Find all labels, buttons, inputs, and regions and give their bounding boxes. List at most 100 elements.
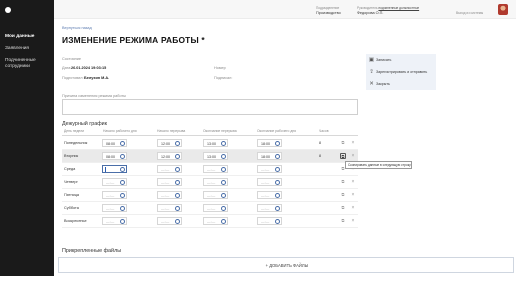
start-time-input[interactable] <box>102 165 127 173</box>
copy-icon[interactable]: ⧉ <box>340 218 346 224</box>
time-value: —:— <box>261 193 270 198</box>
clock-icon[interactable] <box>175 167 180 172</box>
copy-icon[interactable]: ⧉ <box>340 192 346 198</box>
clock-icon[interactable] <box>275 154 280 159</box>
clock-icon[interactable] <box>175 154 180 159</box>
start-time-input[interactable]: —:— <box>102 204 127 212</box>
clock-icon[interactable] <box>120 167 125 172</box>
register-send-button[interactable]: ⇪ Зарегистрировать и отправить <box>366 66 436 78</box>
copy-icon[interactable]: ⧉ <box>340 179 346 185</box>
start-time-input[interactable]: 08:00 <box>102 139 127 147</box>
col-break-end: Окончание перерыва <box>203 129 237 133</box>
delete-icon[interactable]: × <box>350 218 356 224</box>
end-time-input[interactable]: —:— <box>257 191 282 199</box>
start-time-input[interactable]: —:— <box>102 191 127 199</box>
col-hours: Часов <box>319 129 329 133</box>
clock-icon[interactable] <box>120 193 125 198</box>
clock-icon[interactable] <box>175 141 180 146</box>
clock-icon[interactable] <box>275 141 280 146</box>
sidebar-item-my-data[interactable]: Мои данные <box>5 34 51 40</box>
break-end-input[interactable]: —:— <box>203 217 228 225</box>
clock-icon[interactable] <box>221 219 226 224</box>
delete-icon[interactable]: × <box>350 140 356 146</box>
delete-icon[interactable]: × <box>350 205 356 211</box>
copy-icon[interactable]: ⧉ <box>340 153 346 159</box>
close-button[interactable]: ✕ Закрыть <box>366 78 436 90</box>
clock-icon[interactable] <box>120 154 125 159</box>
table-row: Пятница —:— —:— —:— —:— ⧉ × <box>62 189 358 202</box>
avatar[interactable] <box>498 4 508 15</box>
break-end-input[interactable]: 13:00 <box>203 139 228 147</box>
hours-value: 8 <box>319 141 321 145</box>
copy-tooltip: Скопировать данные в следующую строку <box>345 161 412 169</box>
author-label: Подготовил: <box>62 76 84 80</box>
delete-icon[interactable]: × <box>350 153 356 159</box>
break-start-input[interactable]: 12:00 <box>157 152 182 160</box>
end-time-input[interactable]: —:— <box>257 165 282 173</box>
delete-icon[interactable]: × <box>350 192 356 198</box>
col-day: День недели <box>64 129 85 133</box>
end-time-input[interactable]: 18:00 <box>257 152 282 160</box>
break-end-input[interactable]: —:— <box>203 191 228 199</box>
reason-textarea[interactable] <box>62 99 358 115</box>
start-time-input[interactable]: —:— <box>102 217 127 225</box>
time-value: —:— <box>261 219 270 224</box>
clock-icon[interactable] <box>275 206 280 211</box>
clock-icon[interactable] <box>221 141 226 146</box>
end-time-input[interactable]: —:— <box>257 217 282 225</box>
clock-icon[interactable] <box>221 206 226 211</box>
clock-icon[interactable] <box>120 180 125 185</box>
save-button[interactable]: ▣ Записать <box>366 54 436 66</box>
time-value: —:— <box>207 167 216 172</box>
break-end-input[interactable]: —:— <box>203 178 228 186</box>
break-start-input[interactable]: —:— <box>157 204 182 212</box>
start-time-input[interactable]: —:— <box>102 178 127 186</box>
clock-icon[interactable] <box>175 193 180 198</box>
clock-icon[interactable] <box>120 206 125 211</box>
manager-link[interactable]: подчиненные должностные <box>378 6 419 10</box>
add-files-button[interactable]: + ДОБАВИТЬ ФАЙЛЫ <box>59 263 515 268</box>
clock-icon[interactable] <box>275 180 280 185</box>
time-value: 18:00 <box>261 154 270 159</box>
break-start-input[interactable]: —:— <box>157 165 182 173</box>
clock-icon[interactable] <box>120 219 125 224</box>
break-start-input[interactable]: —:— <box>157 191 182 199</box>
sidebar-item-subordinates[interactable]: Подчиненные сотрудники <box>5 58 51 69</box>
clock-icon[interactable] <box>175 180 180 185</box>
break-end-input[interactable]: 13:00 <box>203 152 228 160</box>
reason-label: Причина изменения режима работы <box>62 94 126 98</box>
text-cursor <box>105 167 106 172</box>
clock-icon[interactable] <box>221 193 226 198</box>
clock-icon[interactable] <box>275 193 280 198</box>
clock-icon[interactable] <box>120 141 125 146</box>
clock-icon[interactable] <box>175 206 180 211</box>
exit-link[interactable]: Выход из системы <box>456 11 483 15</box>
end-time-input[interactable]: —:— <box>257 204 282 212</box>
start-time-input[interactable]: 08:00 <box>102 152 127 160</box>
break-start-input[interactable]: 12:00 <box>157 139 182 147</box>
clock-icon[interactable] <box>221 154 226 159</box>
schedule-title: Дежурный график <box>62 121 108 127</box>
end-time-input[interactable]: 18:00 <box>257 139 282 147</box>
clock-icon[interactable] <box>275 219 280 224</box>
delete-icon[interactable]: × <box>350 179 356 185</box>
copy-icon[interactable]: ⧉ <box>340 140 346 146</box>
end-time-input[interactable]: —:— <box>257 178 282 186</box>
break-start-input[interactable]: —:— <box>157 178 182 186</box>
table-row: Понедельник 08:00 12:00 13:00 18:00 8 ⧉ × <box>62 137 358 150</box>
clock-icon[interactable] <box>221 167 226 172</box>
time-value: —:— <box>207 206 216 211</box>
clock-icon[interactable] <box>175 219 180 224</box>
breadcrumb[interactable]: Вернуться назад <box>62 26 92 30</box>
time-value: —:— <box>161 167 170 172</box>
files-dropzone[interactable]: + ДОБАВИТЬ ФАЙЛЫ <box>58 257 514 273</box>
break-start-input[interactable]: —:— <box>157 217 182 225</box>
break-end-input[interactable]: —:— <box>203 204 228 212</box>
time-value: 12:00 <box>161 154 170 159</box>
sidebar-item-requests[interactable]: Заявления <box>5 46 51 52</box>
break-end-input[interactable]: —:— <box>203 165 228 173</box>
time-value: —:— <box>161 180 170 185</box>
clock-icon[interactable] <box>221 180 226 185</box>
clock-icon[interactable] <box>275 167 280 172</box>
copy-icon[interactable]: ⧉ <box>340 205 346 211</box>
